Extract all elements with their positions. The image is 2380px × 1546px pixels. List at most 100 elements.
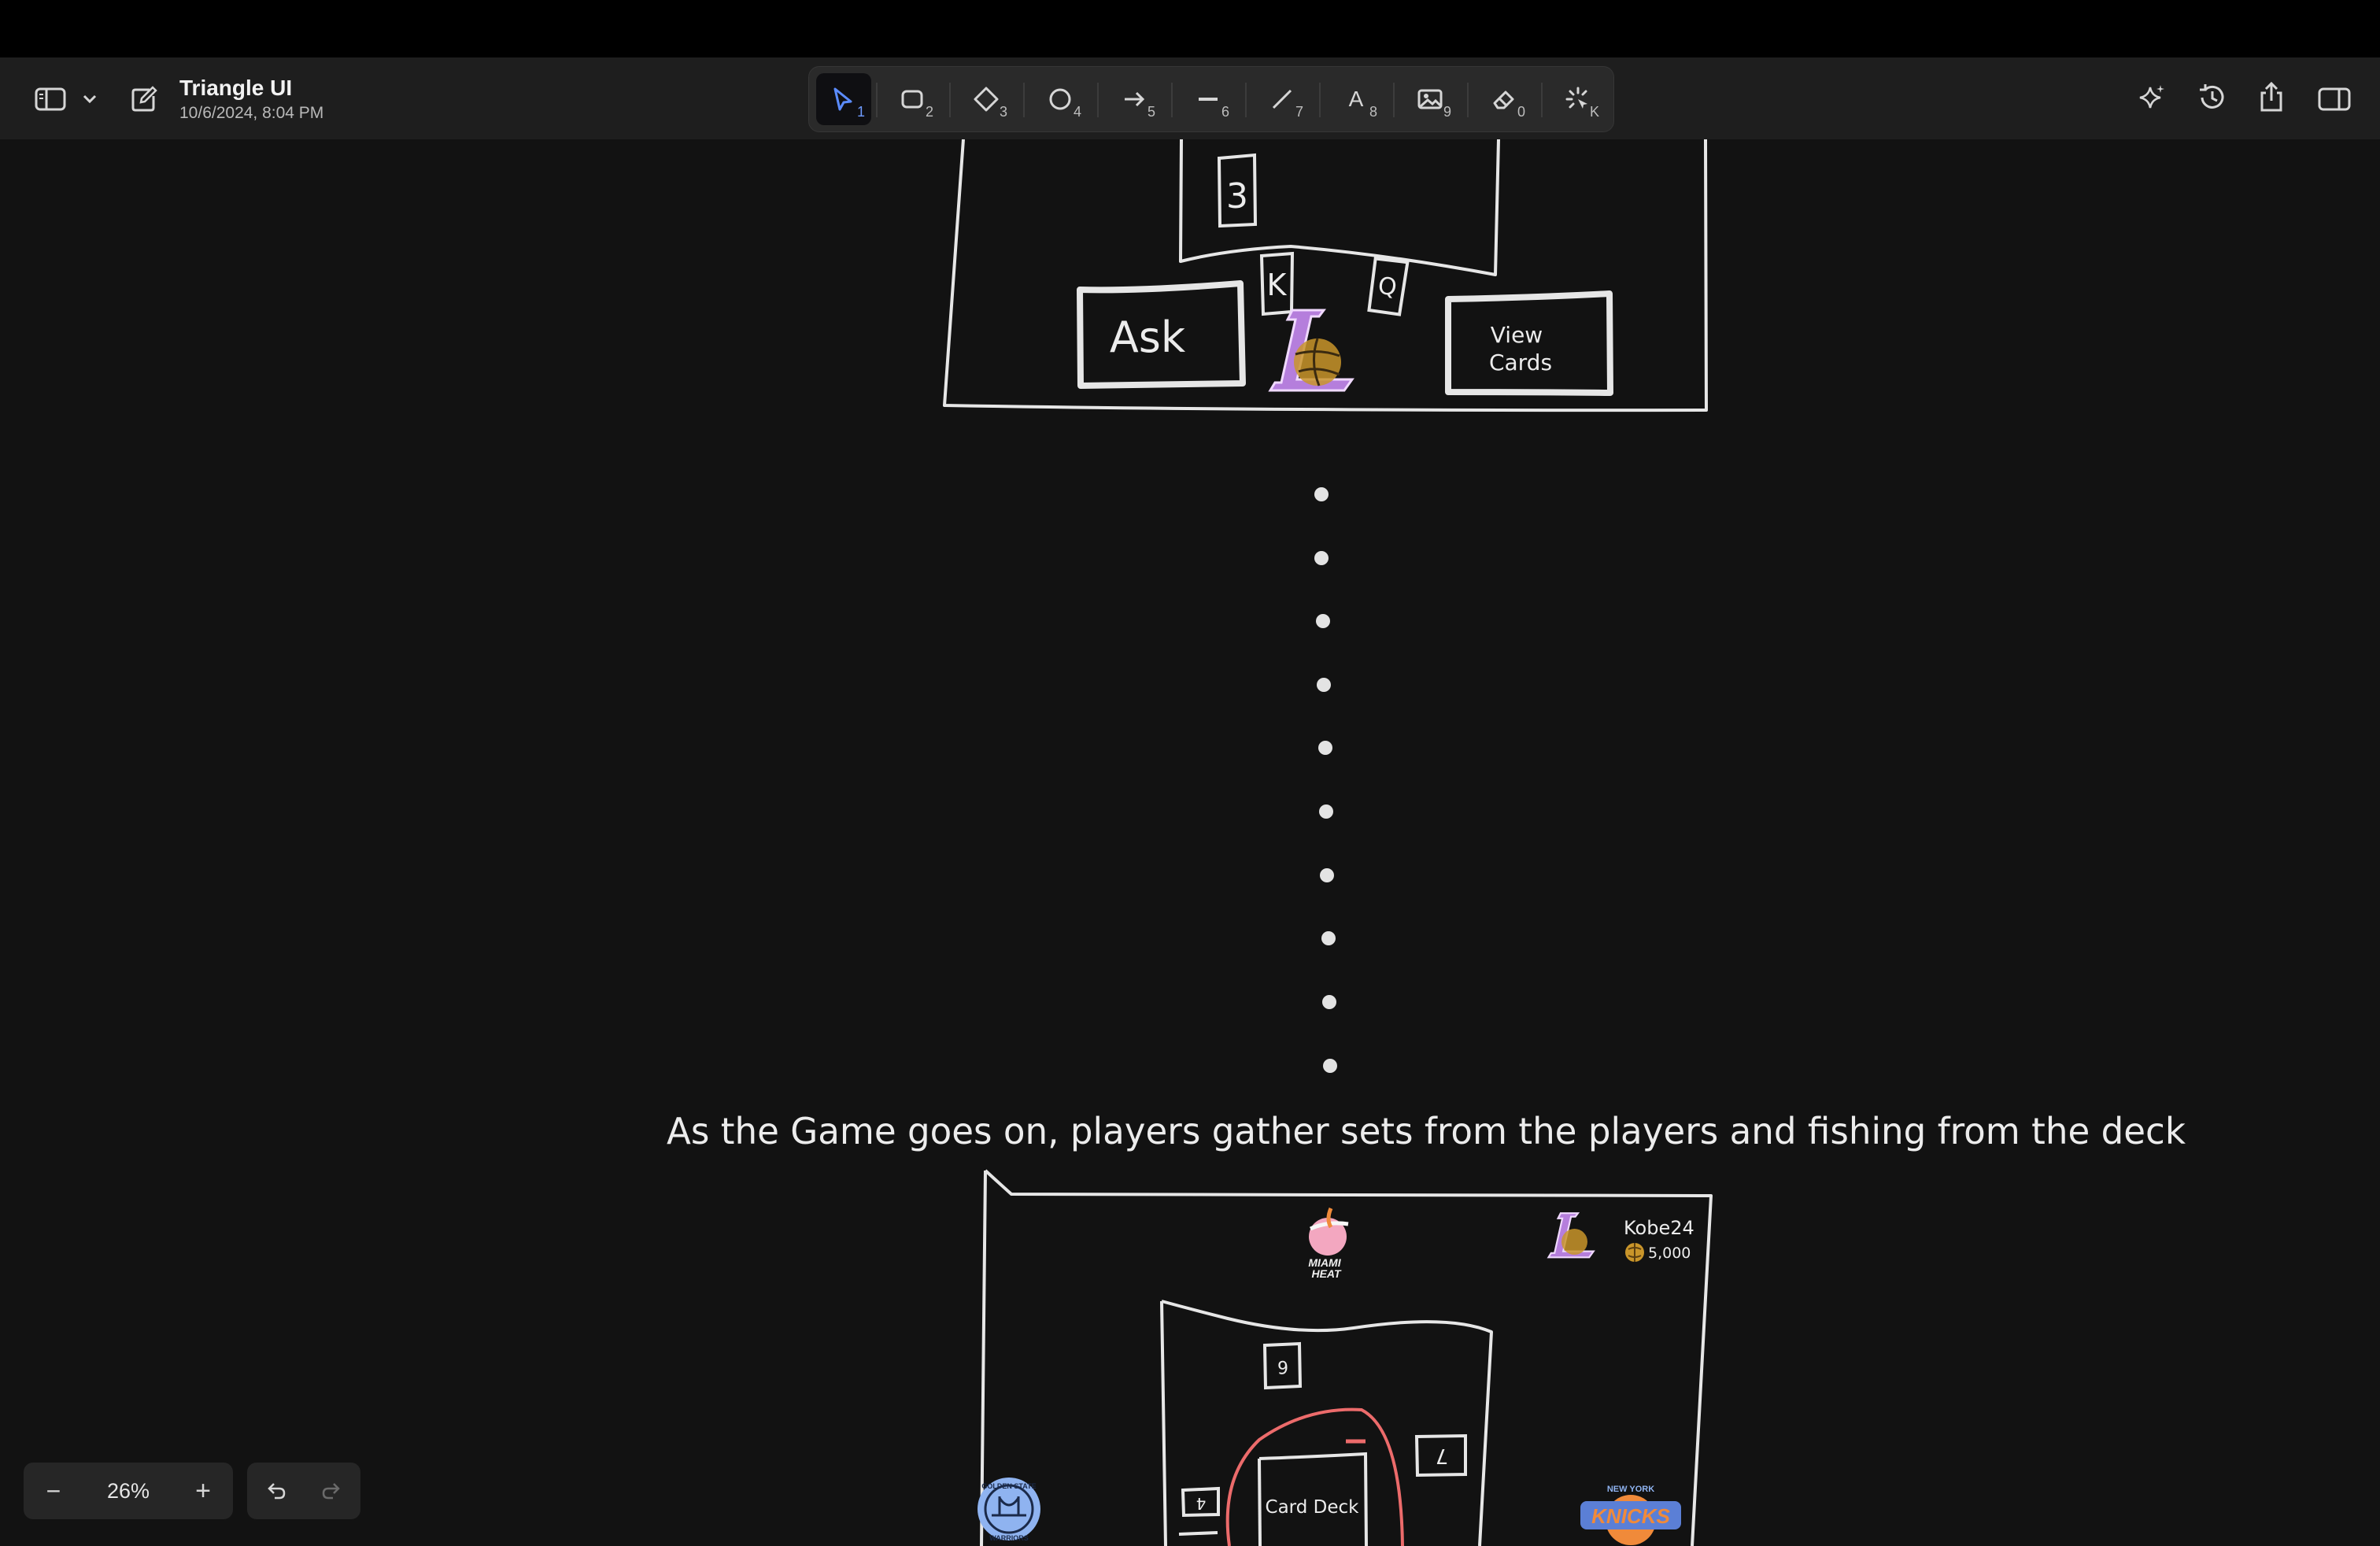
share-icon	[2260, 81, 2282, 112]
tool-divider	[1393, 83, 1395, 117]
tool-shortcut: 4	[1073, 104, 1081, 120]
deck-highlight-circle	[1225, 1407, 1404, 1546]
tool-shortcut: 8	[1369, 104, 1377, 120]
redo-icon	[322, 1483, 340, 1500]
redo-button[interactable]	[304, 1463, 360, 1519]
card-seven[interactable]: 7	[1414, 1433, 1467, 1478]
history-button[interactable]	[2194, 80, 2229, 115]
cursor-arrow-icon	[833, 87, 852, 111]
card-six-label: 6	[1277, 1356, 1288, 1376]
card-deck[interactable]: Card Deck	[1258, 1452, 1368, 1546]
warriors-bottom-text: WARRIORS	[989, 1534, 1029, 1542]
right-sidebar-icon	[2318, 87, 2351, 111]
undo-icon	[268, 1483, 286, 1500]
tool-divider	[1467, 83, 1469, 117]
card-king-label: K	[1267, 268, 1288, 302]
tool-divider	[1319, 83, 1321, 117]
text-icon: A	[1348, 87, 1364, 111]
laser-pointer-icon	[1565, 87, 1587, 109]
new-document-button[interactable]	[126, 82, 161, 117]
share-button[interactable]	[2254, 79, 2289, 115]
tool-divider	[949, 83, 951, 117]
tool-shortcut: 5	[1147, 104, 1155, 120]
history-clock-icon	[2200, 84, 2224, 109]
heat-logo: MIAMI HEAT	[1308, 1208, 1349, 1280]
ellipse-icon	[1049, 88, 1071, 110]
bottom-game-table[interactable]	[980, 1169, 1713, 1546]
player-lakers-avatar	[1547, 1212, 1595, 1259]
diamond-tool[interactable]: 3	[959, 73, 1014, 125]
image-tool[interactable]: 9	[1402, 73, 1458, 125]
view-cards-label-line1: View	[1491, 322, 1543, 348]
tool-shortcut: 7	[1295, 104, 1303, 120]
knicks-text: KNICKS	[1591, 1504, 1670, 1528]
card-queen-label: Q	[1377, 272, 1399, 302]
zoom-controls: − 26% +	[24, 1463, 233, 1519]
draw-tool[interactable]: 7	[1255, 73, 1310, 125]
card-edge	[1178, 1531, 1218, 1536]
tool-divider	[876, 83, 878, 117]
selection-tool[interactable]: 1	[816, 73, 871, 125]
warriors-text: GOLDEN STATE	[981, 1482, 1036, 1490]
history-controls	[247, 1463, 360, 1519]
view-cards-label-line2: Cards	[1489, 350, 1552, 375]
tool-palette: 1 2 3 4 5 6 7 A 8 9 0 K	[808, 66, 1614, 132]
tool-shortcut: 3	[999, 104, 1007, 120]
card-six[interactable]: 6	[1262, 1341, 1303, 1390]
sidebar-icon	[35, 87, 66, 111]
sidebar-toggle-button[interactable]	[28, 82, 72, 117]
tool-divider	[1023, 83, 1025, 117]
rectangle-icon	[901, 90, 923, 109]
tool-shortcut: 1	[856, 104, 865, 120]
tool-divider	[1171, 83, 1173, 117]
arrow-right-icon	[1125, 91, 1145, 107]
coin-icon	[1625, 1243, 1644, 1262]
zoom-in-button[interactable]: +	[173, 1463, 233, 1519]
zoom-out-button[interactable]: −	[24, 1463, 83, 1519]
card-four[interactable]: 4	[1181, 1486, 1220, 1518]
text-tool[interactable]: A 8	[1329, 73, 1384, 125]
player-coins: 5,000	[1648, 1245, 1691, 1262]
document-title[interactable]: Triangle UI	[179, 76, 292, 101]
plus-icon: +	[195, 1475, 211, 1506]
inspector-toggle-button[interactable]	[2315, 82, 2353, 117]
view-cards-button-sketch[interactable]: View Cards	[1445, 290, 1613, 396]
tool-divider	[1097, 83, 1099, 117]
undo-button[interactable]	[247, 1463, 304, 1519]
card-three[interactable]: 3	[1217, 153, 1258, 228]
ellipse-tool[interactable]: 4	[1033, 73, 1088, 125]
line-icon	[1199, 98, 1218, 101]
tool-shortcut: 0	[1517, 104, 1525, 120]
diamond-icon	[974, 87, 999, 112]
laser-tool[interactable]: K	[1550, 73, 1606, 125]
player-name: Kobe24	[1624, 1217, 1694, 1239]
tool-divider	[1541, 83, 1543, 117]
card-deck-label: Card Deck	[1266, 1497, 1360, 1518]
sparkle-icon	[2139, 85, 2164, 109]
progress-dots	[1314, 487, 1337, 1073]
line-tool[interactable]: 6	[1181, 73, 1236, 125]
arrow-tool[interactable]: 5	[1107, 73, 1162, 125]
sidebar-menu-chevron[interactable]	[79, 88, 101, 110]
card-queen[interactable]: Q	[1367, 257, 1410, 316]
rectangle-tool[interactable]: 2	[885, 73, 940, 125]
document-date: 10/6/2024, 8:04 PM	[179, 104, 324, 122]
heat-text-line2: HEAT	[1311, 1267, 1342, 1280]
ai-sparkle-button[interactable]	[2134, 80, 2169, 115]
card-three-label: 3	[1226, 176, 1248, 216]
zoom-level[interactable]: 26%	[96, 1463, 161, 1519]
eraser-tool[interactable]: 0	[1476, 73, 1532, 125]
ask-button-sketch[interactable]: Ask	[1077, 280, 1246, 389]
eraser-icon	[1493, 91, 1514, 109]
tool-shortcut: K	[1589, 104, 1599, 120]
compose-icon	[131, 86, 157, 112]
drawing-canvas[interactable]: 3 K Q Ask View Cards As the Game goes on…	[0, 139, 2380, 1546]
lakers-logo	[1268, 309, 1354, 392]
minus-icon: −	[46, 1476, 61, 1505]
tool-shortcut: 6	[1221, 104, 1229, 120]
caption-text[interactable]: As the Game goes on, players gather sets…	[667, 1110, 2186, 1152]
warriors-logo: GOLDEN STATE WARRIORS	[978, 1478, 1040, 1542]
pencil-icon	[1272, 89, 1292, 109]
card-king[interactable]: K	[1259, 251, 1295, 316]
card-seven-label: 7	[1436, 1444, 1449, 1467]
